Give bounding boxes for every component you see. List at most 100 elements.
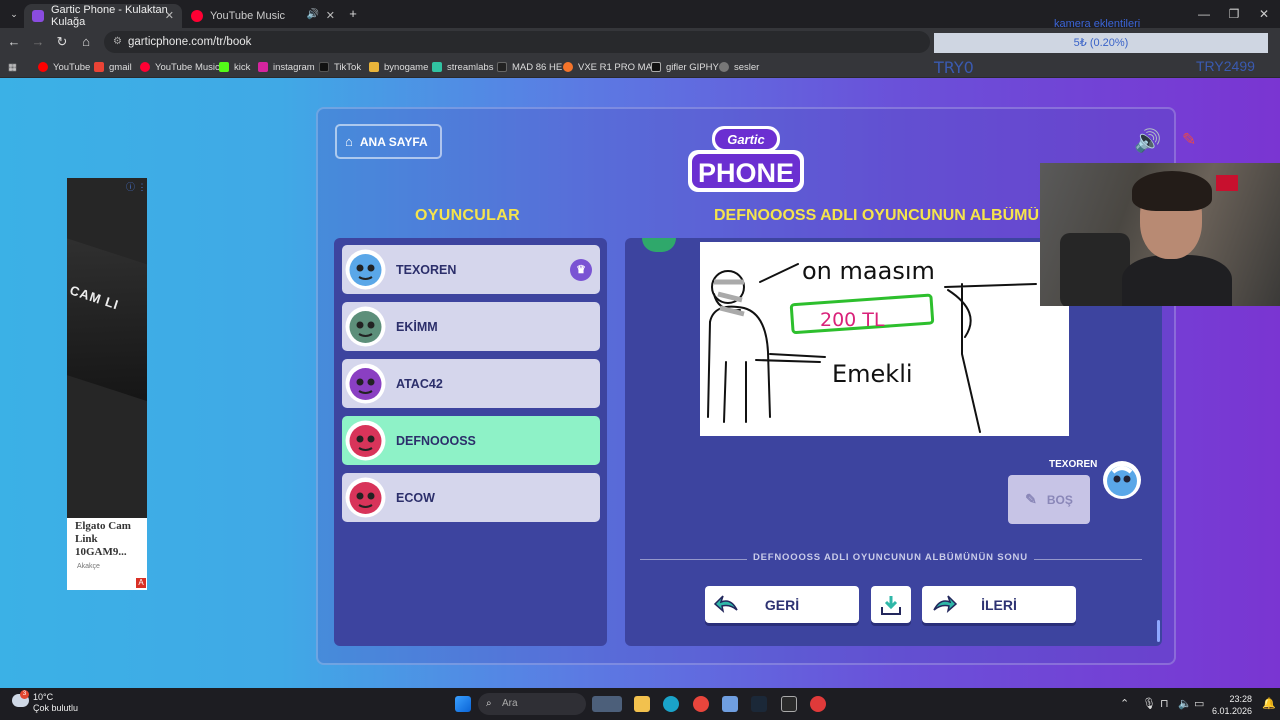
bookmark-youtube[interactable]: YouTube: [38, 59, 90, 75]
bookmark-label: bynogame: [384, 61, 429, 73]
bookmark-tiktok[interactable]: TikTok: [319, 59, 361, 75]
tab-search-icon[interactable]: ⌄: [4, 4, 24, 24]
audio-playing-icon[interactable]: 🔊: [307, 9, 319, 20]
stream-try2-counter: TRY2499: [1196, 58, 1255, 74]
player-name: ATAC42: [396, 376, 443, 391]
home-button[interactable]: ⌂ ANA SAYFA: [335, 124, 442, 159]
weather-badge: 3: [20, 690, 29, 699]
pencil-icon[interactable]: ✎: [1182, 130, 1196, 150]
player-row[interactable]: DEFNOOOSS: [342, 416, 600, 465]
network-icon[interactable]: ⊓: [1160, 697, 1169, 710]
globe-icon: [719, 62, 729, 72]
ad-source: Akakçe: [77, 563, 100, 570]
bookmark-instagram[interactable]: instagram: [258, 59, 315, 75]
edge-icon[interactable]: [663, 696, 679, 712]
stream-goal-title: kamera eklentileri: [1054, 18, 1141, 30]
sound-toggle-icon[interactable]: 🔊: [1134, 128, 1161, 154]
bookmark-label: MAD 86 HE: [512, 61, 563, 73]
reply-text: BOŞ: [1046, 492, 1073, 507]
bookmark-youtube-music[interactable]: YouTube Music: [140, 59, 220, 75]
taskbar-clock[interactable]: 23:28 6.01.2026: [1212, 693, 1252, 717]
bookmark-label: TikTok: [334, 61, 362, 73]
close-tab-icon[interactable]: ✕: [326, 9, 335, 22]
tab-gartic-phone[interactable]: Gartic Phone - Kulaktan Kulağa ✕: [24, 4, 182, 28]
bookmark-streamlabs[interactable]: streamlabs: [432, 59, 493, 75]
back-label: GERİ: [764, 596, 800, 613]
back-button[interactable]: GERİ: [705, 586, 859, 623]
close-window-icon[interactable]: ✕: [1247, 0, 1280, 28]
minimize-icon[interactable]: —: [1187, 0, 1221, 28]
bookmark-sesler[interactable]: sesler: [719, 59, 759, 75]
bookmark-giphy[interactable]: gifler GIPHY: [651, 59, 719, 75]
notifications-icon[interactable]: 🔔: [1262, 697, 1276, 710]
vxe-icon: [563, 62, 573, 72]
steam-icon[interactable]: [751, 696, 767, 712]
file-explorer-icon[interactable]: [634, 696, 650, 712]
stream-goal-progress: 5₺ (0.20%): [934, 33, 1268, 53]
webcam-body: [1122, 255, 1232, 306]
bookmark-vxe[interactable]: VXE R1 PRO MAX: [563, 59, 658, 75]
logo-top-text: Gartic: [727, 132, 765, 147]
bookmark-kick[interactable]: kick: [219, 59, 250, 75]
ad-badge[interactable]: A: [136, 578, 146, 588]
home-icon[interactable]: ⌂: [76, 32, 96, 52]
widgets-icon[interactable]: [592, 696, 622, 712]
ad-banner[interactable]: CAM LI Elgato Cam Link 10GAM9... Akakçe: [67, 178, 147, 590]
tab-youtube-music[interactable]: YouTube Music 🔊 ✕: [183, 4, 343, 28]
chrome-icon[interactable]: [693, 696, 709, 712]
player-row[interactable]: ECOW: [342, 473, 600, 522]
tray-chevron-icon[interactable]: ⌃: [1120, 697, 1129, 710]
player-avatar: [345, 306, 386, 347]
bookmark-label: sesler: [734, 61, 760, 73]
instagram-icon: [258, 62, 268, 72]
player-row[interactable]: ATAC42: [342, 359, 600, 408]
ad-caption[interactable]: Elgato Cam Link 10GAM9...: [75, 520, 141, 559]
screen: { "browser": { "tabs": [ {"title": "Gart…: [0, 0, 1280, 720]
ad-info-icon[interactable]: ⓘ ⋮: [126, 180, 147, 193]
youtube-music-favicon-icon: [191, 10, 203, 22]
close-tab-icon[interactable]: ✕: [165, 9, 174, 22]
drawing-pointer: [759, 263, 799, 283]
weather-widget[interactable]: 10°C Çok bulutlu: [33, 692, 78, 714]
store-icon[interactable]: [722, 696, 738, 712]
bookmark-gmail[interactable]: gmail: [94, 59, 132, 75]
player-row[interactable]: EKİMM: [342, 302, 600, 351]
house-icon: ⌂: [345, 134, 353, 149]
webcam-overlay: [1040, 163, 1280, 306]
player-row[interactable]: TEXOREN ♛: [342, 245, 600, 294]
url-text: garticphone.com/tr/book: [128, 36, 252, 48]
bookmark-mad86[interactable]: MAD 86 HE: [497, 59, 562, 75]
app-icon[interactable]: [810, 696, 826, 712]
next-label: İLERİ: [981, 596, 1017, 613]
reply-bubble: ✎ BOŞ: [1008, 475, 1090, 524]
volume-icon[interactable]: 🔈: [1178, 697, 1192, 710]
player-avatar: [345, 420, 386, 461]
reload-icon[interactable]: ↻: [52, 32, 72, 52]
battery-icon[interactable]: ▭: [1194, 697, 1204, 710]
webcam-flag: [1216, 175, 1238, 191]
next-arrow-icon: [933, 595, 958, 614]
album-scrollbar[interactable]: [1157, 620, 1160, 642]
back-icon[interactable]: ←: [4, 32, 24, 52]
player-avatar: [345, 249, 386, 290]
maximize-icon[interactable]: ❐: [1217, 0, 1251, 28]
forward-icon[interactable]: →: [28, 32, 48, 52]
ad-product-shape: [67, 236, 147, 410]
apps-grid-icon[interactable]: ▦: [8, 59, 17, 75]
download-icon: [881, 595, 901, 615]
drawing-desk: [944, 283, 1037, 433]
microphone-icon[interactable]: 🎙: [1142, 697, 1156, 710]
player-name: EKİMM: [396, 319, 438, 334]
taskbar-search[interactable]: ⌕ Ara: [478, 693, 586, 715]
url-input[interactable]: ⚙ garticphone.com/tr/book: [104, 31, 930, 53]
bookmarks-bar: ▦ YouTube gmail YouTube Music kick insta…: [0, 56, 1280, 78]
bookmark-bynogame[interactable]: bynogame: [369, 59, 428, 75]
download-button[interactable]: [871, 586, 911, 623]
new-tab-button[interactable]: +: [343, 4, 363, 24]
epic-games-icon[interactable]: [781, 696, 797, 712]
site-info-icon[interactable]: ⚙: [113, 31, 122, 53]
tab-title: Gartic Phone - Kulaktan Kulağa: [51, 4, 168, 28]
next-button[interactable]: İLERİ: [922, 586, 1076, 623]
players-heading: OYUNCULAR: [415, 207, 520, 224]
start-icon[interactable]: [455, 696, 471, 712]
